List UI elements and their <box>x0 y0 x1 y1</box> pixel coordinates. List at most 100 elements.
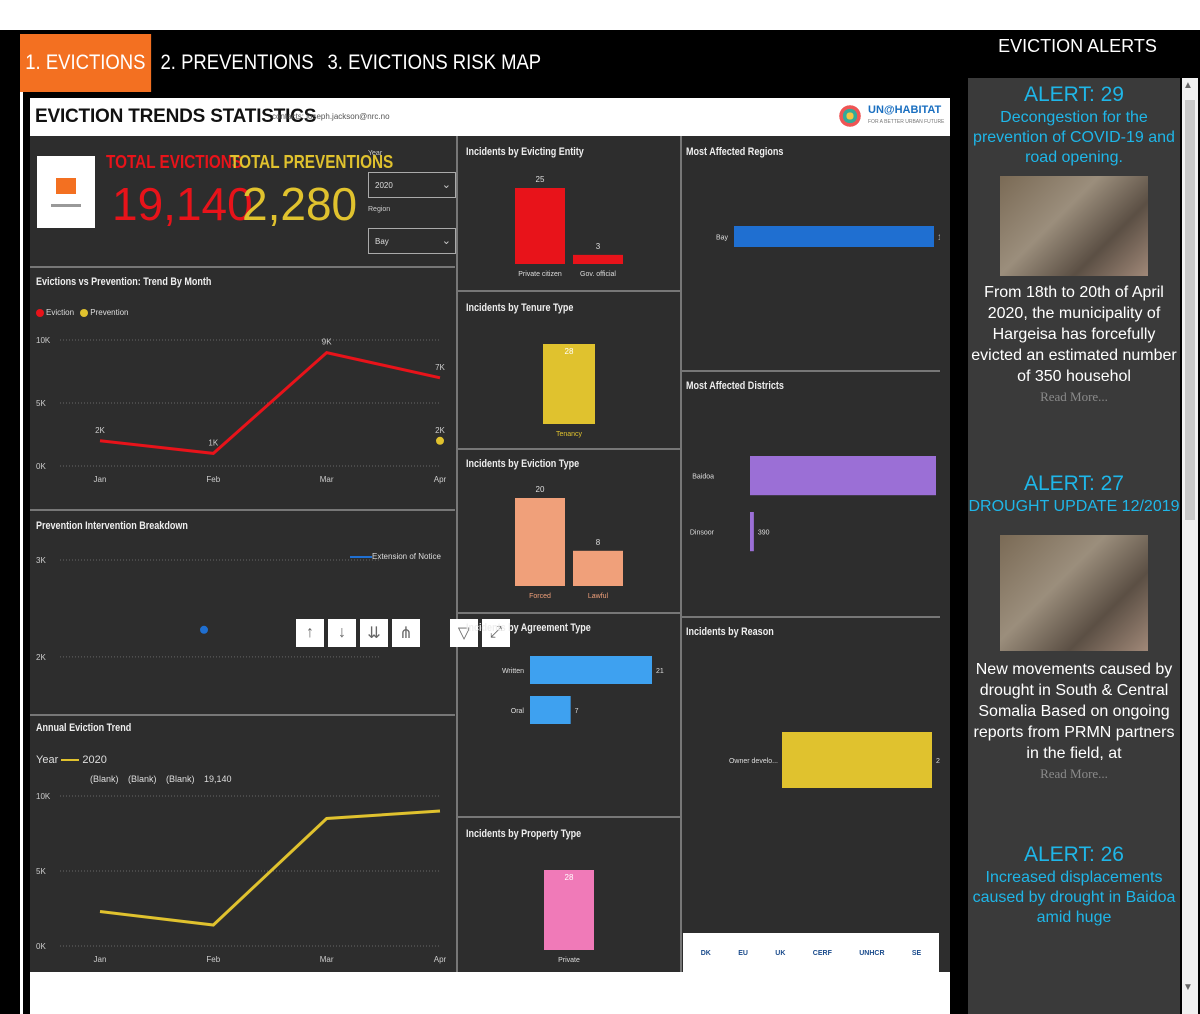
y-tick-label: 2K <box>36 653 46 662</box>
left-divider <box>20 92 23 1014</box>
un-habitat-logo: UN@HABITAT FOR A BETTER URBAN FUTURE <box>836 104 944 128</box>
tenure-type-chart[interactable]: 28 Tenancy <box>458 322 680 446</box>
chart-title: Incidents by Property Type <box>466 828 582 840</box>
series-line <box>99 809 441 927</box>
prevention-breakdown-chart[interactable]: 3K2KBay <box>30 536 456 706</box>
bar <box>543 344 595 424</box>
property-type-chart[interactable]: 28 Private <box>458 848 680 972</box>
year-slicer[interactable]: 2020 ⌄ <box>368 172 456 198</box>
region-slicer-value: Bay <box>375 237 389 246</box>
alert-body: New movements caused by drought in South… <box>973 661 1175 762</box>
y-tick-label: Dinsoor <box>690 530 715 537</box>
donor-logo: EU <box>738 949 748 957</box>
scroll-down-icon[interactable]: ▼ <box>1183 982 1193 993</box>
y-tick-label: Baidoa <box>692 474 714 481</box>
data-label: 8 <box>596 538 601 547</box>
y-tick-label: 10K <box>36 792 51 801</box>
alerts-panel-title: EVICTION ALERTS <box>998 36 1157 56</box>
annual-eviction-trend-chart[interactable]: 10K 5K 0K Jan Feb Mar Apr (Blank) (Blank) (Blank)… <box>30 766 456 972</box>
x-tick-label: Jan <box>94 955 107 964</box>
alert-photo <box>1000 535 1148 651</box>
tab-evictions[interactable]: 1. EVICTIONS <box>20 34 151 92</box>
donor-logo: UNHCR <box>859 949 885 957</box>
chart-title: Incidents by Agreement Type <box>466 622 591 634</box>
alerts-panel[interactable]: ALERT: 29 Decongestion for the preventio… <box>968 78 1180 1014</box>
y-tick-label: 10K <box>36 336 51 345</box>
chart-title: Most Affected Regions <box>686 146 784 158</box>
bar <box>750 456 936 496</box>
chart-legend: Year 2020 <box>36 754 107 766</box>
y-tick-label: 5K <box>36 867 46 876</box>
donor-logos: DK EU UK CERF UNHCR SE <box>683 933 939 973</box>
alert-item[interactable]: ALERT: 29 Decongestion for the preventio… <box>968 78 1180 407</box>
data-label: 28 <box>565 347 574 356</box>
alert-photo <box>1000 176 1148 276</box>
chevron-down-icon: ⌄ <box>441 235 451 247</box>
data-label: (Blank) <box>128 774 157 784</box>
read-more-link[interactable]: Read More... <box>968 387 1180 407</box>
x-tick-label: Jan <box>94 475 107 484</box>
bar <box>515 188 565 264</box>
data-label: 3 <box>596 242 601 251</box>
total-evictions-value: 19,140 <box>112 178 253 230</box>
evicting-entity-chart[interactable]: 25 Private citizen 3 Gov. official <box>458 166 680 286</box>
data-label: 19,140 <box>938 235 940 242</box>
alert-item[interactable]: ALERT: 26 Increased displacements caused… <box>968 842 1180 928</box>
data-label: 25 <box>536 175 545 184</box>
alert-item[interactable]: ALERT: 27 DROUGHT UPDATE 12/2019 New mov… <box>968 471 1180 784</box>
donor-logo: SE <box>911 949 922 957</box>
dashboard-area: TOTAL EVICTIONS 19,140 TOTAL PREVENTIONS… <box>30 136 950 973</box>
alert-heading: ALERT: 26 <box>1023 843 1124 866</box>
read-more-link[interactable]: Read More... <box>968 764 1180 784</box>
total-evictions-label: TOTAL EVICTIONS <box>106 152 243 172</box>
chart-title: Prevention Intervention Breakdown <box>36 520 188 532</box>
bar <box>750 512 754 552</box>
year-slicer-value: 2020 <box>375 181 393 190</box>
divider <box>458 816 680 818</box>
data-label: 21 <box>656 668 664 675</box>
chart-title: Evictions vs Prevention: Trend By Month <box>36 276 212 288</box>
tab-evictions-risk-map[interactable]: 3. EVICTIONS RISK MAP <box>324 34 545 92</box>
data-label: 20 <box>536 485 545 494</box>
chart-title: Incidents by Evicting Entity <box>466 146 584 158</box>
data-label: (Blank) <box>166 774 195 784</box>
data-label: 19,140 <box>204 774 232 784</box>
legend-label: 2020 <box>82 754 107 766</box>
eviction-type-chart[interactable]: 20 Forced 8 Lawful <box>458 476 680 608</box>
region-slicer[interactable]: Bay ⌄ <box>368 228 456 254</box>
scatter-point <box>200 625 208 634</box>
legend-title: Year <box>36 754 59 766</box>
donor-logo: UK <box>775 949 786 957</box>
data-label: 390 <box>758 530 770 537</box>
x-tick-label: Feb <box>206 475 220 484</box>
report-contact[interactable]: contacts: joseph.jackson@nrc.no <box>272 112 390 121</box>
divider <box>30 266 455 268</box>
x-tick-label: Tenancy <box>556 431 583 438</box>
bar <box>573 550 623 586</box>
incidents-by-reason-chart[interactable]: Owner develo... 28 <box>682 696 940 876</box>
affected-districts-chart[interactable]: Baidoa18,750Dinsoor390 <box>682 436 940 586</box>
tab-preventions[interactable]: 2. PREVENTIONS <box>157 34 317 92</box>
legend-prevention-dot <box>80 308 89 317</box>
alert-heading: ALERT: 29 <box>1023 83 1124 106</box>
chevron-down-icon: ⌄ <box>441 179 451 191</box>
divider <box>682 616 940 618</box>
data-label: 9K <box>322 338 332 347</box>
legend-label: Prevention <box>90 308 129 317</box>
bar <box>530 656 652 684</box>
x-tick-label: Feb <box>206 955 220 964</box>
chart-title: Incidents by Tenure Type <box>466 302 574 314</box>
affected-regions-chart[interactable]: Bay 19,140 <box>682 196 940 346</box>
trend-by-month-chart[interactable]: 10K 5K 0K Jan Feb Mar Apr 2K 1K 9K 7K 2K <box>30 326 456 496</box>
x-tick-label: Gov. official <box>580 271 616 278</box>
legend-label: Eviction <box>46 308 75 317</box>
data-label: 7K <box>435 363 445 372</box>
alerts-scrollbar-thumb[interactable] <box>1185 100 1195 520</box>
scroll-up-icon[interactable]: ▲ <box>1183 80 1193 91</box>
total-preventions-value: 2,280 <box>242 178 358 230</box>
x-tick-label: Forced <box>529 593 551 600</box>
alert-heading: ALERT: 27 <box>1023 472 1124 495</box>
chart-title: Most Affected Districts <box>686 380 784 392</box>
chart-legend: Eviction Prevention <box>36 308 129 317</box>
agreement-type-chart[interactable]: Written 21 Oral 7 <box>458 642 680 812</box>
